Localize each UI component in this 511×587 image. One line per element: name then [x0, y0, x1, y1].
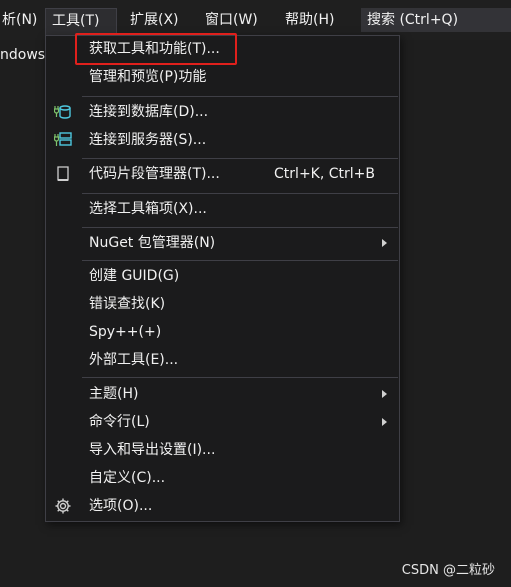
menu-separator [82, 158, 398, 159]
snippet-icon [54, 165, 72, 183]
submenu-arrow-icon [382, 239, 387, 247]
gear-icon [54, 497, 72, 515]
menu-item-label: 连接到数据库(D)... [89, 104, 209, 120]
menu-help[interactable]: 帮助(H) [279, 8, 340, 32]
menu-item-import-export-settings[interactable]: 导入和导出设置(I)... [46, 437, 399, 463]
search-box[interactable]: 搜索 (Ctrl+Q) [361, 8, 511, 32]
submenu-arrow-icon [382, 390, 387, 398]
menu-item-theme[interactable]: 主题(H) [46, 381, 399, 407]
menu-item-label: 选择工具箱项(X)... [89, 201, 207, 217]
menu-item-label: 外部工具(E)... [89, 352, 179, 368]
watermark: CSDN @二粒砂 [401, 563, 495, 578]
menu-separator [82, 193, 398, 194]
database-connect-icon [53, 103, 72, 121]
menu-item-label: 命令行(L) [89, 414, 150, 430]
menu-separator [82, 377, 398, 378]
menu-tools[interactable]: 工具(T) [45, 8, 117, 36]
menu-item-spy-plus-plus[interactable]: Spy++(+) [46, 319, 399, 345]
menu-item-error-lookup[interactable]: 错误查找(K) [46, 291, 399, 317]
menu-item-label: 连接到服务器(S)... [89, 132, 207, 148]
menu-item-label: 主题(H) [89, 386, 139, 402]
menu-item-code-snippets-manager[interactable]: 代码片段管理器(T)... Ctrl+K, Ctrl+B [46, 161, 399, 187]
menu-item-connect-database[interactable]: 连接到数据库(D)... [46, 99, 399, 125]
menu-item-shortcut: Ctrl+K, Ctrl+B [274, 166, 375, 182]
menu-item-create-guid[interactable]: 创建 GUID(G) [46, 263, 399, 289]
menu-item-label: 导入和导出设置(I)... [89, 442, 216, 458]
menu-item-label: Spy++(+) [89, 324, 162, 340]
menu-item-options[interactable]: 选项(O)... [46, 493, 399, 519]
menu-window[interactable]: 窗口(W) [199, 8, 264, 32]
menu-item-label: 管理和预览(P)功能 [89, 69, 207, 85]
menu-separator [82, 260, 398, 261]
menu-item-label: 创建 GUID(G) [89, 268, 180, 284]
menu-separator [82, 227, 398, 228]
menu-analyze[interactable]: 析(N) [0, 8, 43, 32]
menu-item-manage-preview-features[interactable]: 管理和预览(P)功能 [46, 64, 399, 90]
app-window: 析(N) 工具(T) 扩展(X) 窗口(W) 帮助(H) 搜索 (Ctrl+Q)… [0, 0, 511, 587]
menu-item-external-tools[interactable]: 外部工具(E)... [46, 347, 399, 373]
menu-item-label: 代码片段管理器(T)... [89, 166, 220, 182]
annotation-highlight-box [75, 33, 237, 65]
server-connect-icon [53, 131, 72, 149]
menu-item-label: 选项(O)... [89, 498, 153, 514]
menu-item-choose-toolbox-items[interactable]: 选择工具箱项(X)... [46, 196, 399, 222]
menu-extensions[interactable]: 扩展(X) [124, 8, 185, 32]
menu-item-label: 错误查找(K) [89, 296, 166, 312]
submenu-arrow-icon [382, 418, 387, 426]
tools-dropdown-menu: 获取工具和功能(T)... 管理和预览(P)功能 连接到数据库(D)... 连接… [45, 35, 400, 522]
menu-item-label: 自定义(C)... [89, 470, 166, 486]
background-window-title: ndows [0, 47, 46, 63]
menu-item-customize[interactable]: 自定义(C)... [46, 465, 399, 491]
menu-item-label: NuGet 包管理器(N) [89, 235, 216, 251]
menu-item-command-line[interactable]: 命令行(L) [46, 409, 399, 435]
menu-separator [82, 96, 398, 97]
menu-item-connect-server[interactable]: 连接到服务器(S)... [46, 127, 399, 153]
menu-item-nuget-package-manager[interactable]: NuGet 包管理器(N) [46, 230, 399, 256]
